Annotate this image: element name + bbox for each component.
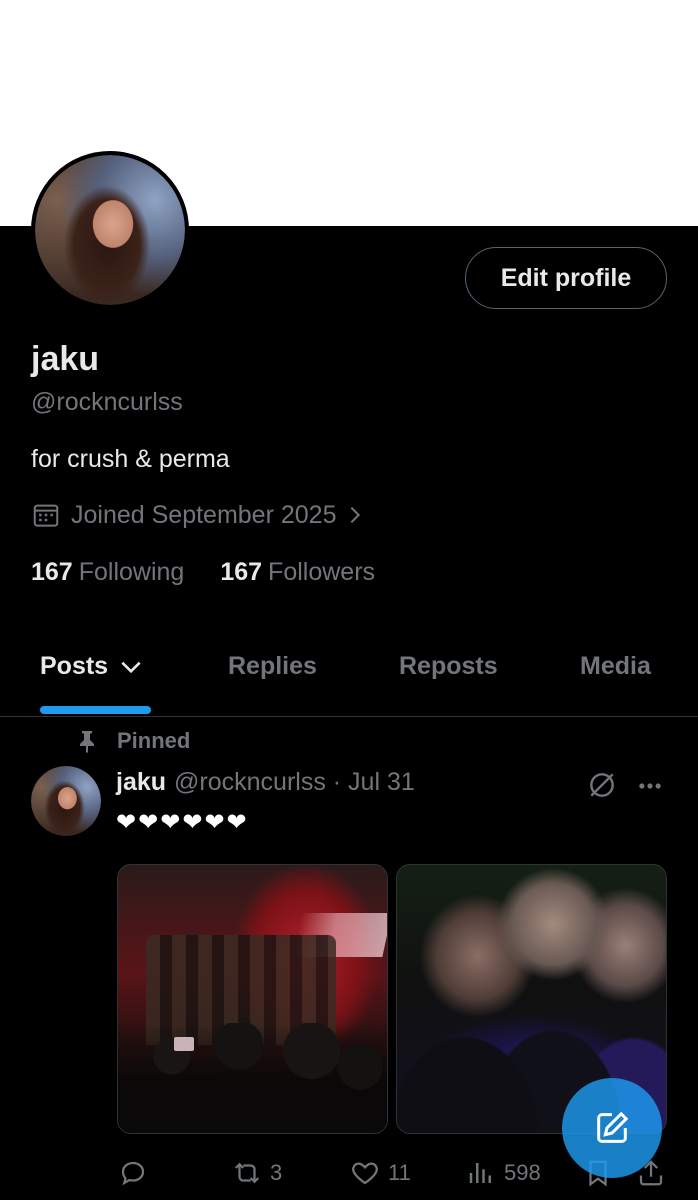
reply-icon: [121, 1161, 145, 1186]
views-count: 598: [504, 1160, 541, 1185]
repost-icon: [234, 1162, 260, 1184]
tab-replies[interactable]: Replies: [228, 652, 317, 681]
heart-icon: [352, 1162, 378, 1185]
compose-button[interactable]: [562, 1078, 662, 1178]
followers-label: Followers: [268, 558, 376, 586]
chevron-down-icon: [121, 661, 141, 673]
tab-media[interactable]: Media: [580, 652, 651, 681]
tab-reposts[interactable]: Reposts: [399, 652, 498, 681]
post-avatar-photo: [31, 766, 101, 836]
like-count: 11: [388, 1160, 411, 1185]
profile-avatar[interactable]: [31, 151, 189, 309]
follow-stats: 167 Following 167 Followers: [31, 558, 375, 587]
avatar-photo: [35, 155, 185, 305]
joined-date[interactable]: Joined September 2025: [31, 500, 366, 530]
post-text: ❤❤❤❤❤❤: [116, 808, 249, 836]
repost-button[interactable]: 3: [232, 1158, 282, 1188]
audience: [118, 1023, 387, 1133]
following-label: Following: [78, 558, 185, 586]
reply-button[interactable]: [118, 1158, 156, 1188]
tab-posts[interactable]: Posts: [40, 652, 144, 681]
calendar-icon: [33, 504, 59, 527]
pinned-label: Pinned: [117, 728, 191, 753]
profile-display-name: jaku: [31, 340, 100, 378]
more-icon[interactable]: [636, 772, 664, 800]
views-button[interactable]: 598: [466, 1158, 541, 1188]
edit-profile-button[interactable]: Edit profile: [465, 247, 667, 309]
followers-count: 167: [220, 558, 263, 586]
post-media-stage-photo[interactable]: [117, 864, 388, 1134]
views-icon: [469, 1163, 491, 1183]
post-author-name[interactable]: jaku: [116, 768, 166, 797]
tab-posts-label: Posts: [40, 652, 109, 680]
grok-icon[interactable]: [586, 769, 618, 801]
profile-handle: @rockncurlss: [31, 388, 183, 416]
post-author-avatar[interactable]: [31, 766, 101, 836]
like-button[interactable]: 11: [350, 1158, 411, 1188]
joined-label: Joined September 2025: [71, 500, 337, 529]
compose-icon: [597, 1111, 629, 1143]
post-header: jaku @rockncurlss · Jul 31: [116, 768, 415, 797]
pin-icon: [80, 731, 94, 753]
phone-screen: [174, 1037, 194, 1051]
active-tab-indicator: [40, 706, 151, 714]
pinned-indicator: Pinned: [75, 728, 190, 754]
following-link[interactable]: 167 Following: [31, 558, 184, 587]
post-author-meta[interactable]: @rockncurlss · Jul 31: [174, 768, 415, 797]
followers-link[interactable]: 167 Followers: [220, 558, 375, 587]
chevron-right-icon: [351, 506, 361, 524]
following-count: 167: [31, 558, 73, 586]
profile-bio: for crush & perma: [31, 445, 230, 473]
repost-count: 3: [270, 1160, 283, 1185]
